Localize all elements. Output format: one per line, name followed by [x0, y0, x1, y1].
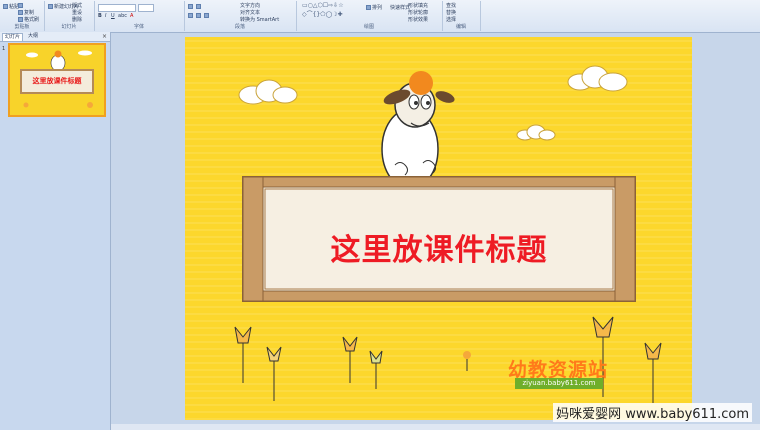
- ribbon: 粘贴 复制 格式刷 剪贴板 新建幻灯片 版式 重设 删除 幻灯片 B I U a…: [0, 0, 760, 33]
- copy-icon: [18, 10, 23, 15]
- close-pane-icon[interactable]: ×: [102, 32, 107, 41]
- layout-button[interactable]: 版式: [72, 3, 82, 9]
- drawing-group: ▭○△⬡☐⇨⇩☆ ◇⌒{}⬠◯☽✚ 排列 快速样式 形状填充 形状轮廓 形状效果…: [296, 1, 443, 31]
- tab-slides[interactable]: 幻灯片: [2, 33, 24, 41]
- slide-title[interactable]: 这里放课件标题: [255, 225, 623, 269]
- drawing-group-label: 绘图: [363, 24, 374, 30]
- editing-group-label: 编辑: [455, 24, 466, 30]
- slide-canvas[interactable]: 这里放课件标题 幼教资源站 ziyuan.baby611.com: [185, 37, 692, 420]
- select-button[interactable]: 选择: [446, 17, 456, 23]
- strike-button[interactable]: abc: [118, 13, 127, 19]
- format-painter-button[interactable]: 格式刷: [18, 17, 39, 23]
- font-size-select[interactable]: [138, 4, 154, 12]
- align-left-button[interactable]: [188, 13, 194, 19]
- replace-button[interactable]: 替换: [446, 10, 456, 16]
- align-right-icon: [204, 13, 209, 18]
- brand-url: ziyuan.baby611.com: [515, 378, 603, 389]
- cloud-icon: [567, 65, 628, 92]
- font-name-select[interactable]: [98, 4, 136, 12]
- brush-icon: [18, 17, 23, 22]
- align-center-button[interactable]: [196, 13, 202, 19]
- numbering-icon: [196, 4, 201, 9]
- flower-icon: [234, 326, 252, 383]
- slide-thumbnail[interactable]: 这里放课件标题: [8, 43, 106, 117]
- align-left-icon: [188, 13, 193, 18]
- shape-outline-button[interactable]: 形状轮廓: [408, 10, 428, 16]
- numbering-button[interactable]: [196, 4, 202, 10]
- arrange-icon: [366, 5, 371, 10]
- shapes-gallery-row2[interactable]: ◇⌒{}⬠◯☽✚: [302, 9, 343, 18]
- sheep-icon: [381, 71, 472, 192]
- text-direction-button[interactable]: 文字方向: [240, 3, 260, 9]
- tab-outline[interactable]: 大纲: [26, 33, 40, 40]
- align-center-icon: [196, 13, 201, 18]
- clipboard-group: 粘贴 复制 格式刷 剪贴板: [0, 1, 45, 31]
- bold-button[interactable]: B: [98, 13, 102, 19]
- align-right-button[interactable]: [204, 13, 210, 19]
- clipboard-group-label: 剪贴板: [14, 24, 30, 30]
- delete-button[interactable]: 删除: [72, 17, 82, 23]
- thumb-title: 这里放课件标题: [32, 77, 82, 85]
- notes-pane[interactable]: [111, 424, 760, 430]
- arrange-button[interactable]: 排列: [366, 5, 382, 11]
- scissors-icon: [18, 3, 23, 8]
- slides-pane: 幻灯片 大纲 × 1 这里放课件标题: [0, 32, 111, 430]
- underline-button[interactable]: U: [111, 13, 115, 19]
- slide-number: 1: [2, 46, 6, 52]
- shapes-gallery[interactable]: ▭○△⬡☐⇨⇩☆: [302, 2, 344, 9]
- convert-smartart-button[interactable]: 转换为 SmartArt: [240, 17, 279, 23]
- flower-icon: [369, 350, 383, 389]
- quick-styles-button[interactable]: 快速样式: [390, 5, 410, 11]
- flower-icon: [342, 336, 358, 383]
- cut-button[interactable]: [18, 3, 24, 9]
- bullets-button[interactable]: [188, 4, 194, 10]
- flower-icon: [266, 346, 282, 401]
- flower-icon: [644, 342, 662, 403]
- paragraph-group: 文字方向 对齐文本 转换为 SmartArt 段落: [184, 1, 297, 31]
- paste-button[interactable]: 粘贴: [3, 4, 19, 10]
- paste-icon: [3, 4, 8, 9]
- reset-button[interactable]: 重设: [72, 10, 82, 16]
- pane-tabs: 幻灯片 大纲 ×: [0, 32, 110, 42]
- font-group-label: 字体: [133, 24, 144, 30]
- thumb-banner: 这里放课件标题: [20, 69, 94, 94]
- copy-button[interactable]: 复制: [18, 10, 34, 16]
- editing-group: 查找 替换 选择 编辑: [442, 1, 481, 31]
- font-color-button[interactable]: A: [130, 13, 133, 19]
- paragraph-group-label: 段落: [234, 24, 245, 30]
- cloud-icon: [238, 79, 298, 105]
- find-button[interactable]: 查找: [446, 3, 456, 9]
- flower-icon: [463, 351, 471, 371]
- slides-group: 新建幻灯片 版式 重设 删除 幻灯片: [44, 1, 95, 31]
- shape-fill-button[interactable]: 形状填充: [408, 3, 428, 9]
- font-group: B I U abc A 字体: [94, 1, 185, 31]
- slides-group-label: 幻灯片: [61, 24, 77, 30]
- bullets-icon: [188, 4, 193, 9]
- watermark: 妈咪爱婴网 www.baby611.com: [553, 403, 752, 422]
- new-slide-icon: [48, 4, 53, 9]
- cloud-icon: [516, 124, 556, 141]
- align-text-button[interactable]: 对齐文本: [240, 10, 260, 16]
- italic-button[interactable]: I: [105, 13, 106, 19]
- shape-effects-button[interactable]: 形状效果: [408, 17, 428, 23]
